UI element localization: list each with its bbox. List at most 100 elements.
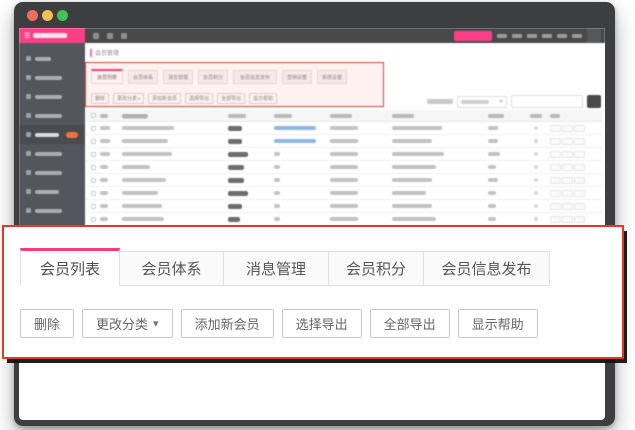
row-action-button[interactable] — [562, 164, 573, 171]
table-row[interactable] — [86, 161, 602, 174]
row-action-button[interactable] — [562, 190, 573, 197]
sidebar-item-members-active[interactable] — [19, 125, 85, 144]
topbar-pink-button[interactable] — [454, 31, 492, 41]
mini-toolbar: 删除 更改分类▾ 添加新会员 选择导出 全部导出 显示帮助 — [91, 93, 277, 104]
brand-logo[interactable]: ☰ — [19, 28, 85, 43]
row-action-button[interactable] — [550, 203, 561, 210]
tab-member-points[interactable]: 会员积分 — [328, 251, 424, 286]
row-action-button[interactable] — [574, 203, 585, 210]
window-titlebar[interactable] — [14, 2, 615, 28]
change-category-button[interactable]: 更改分类▾ — [82, 309, 173, 338]
topbar-refresh-icon[interactable] — [107, 33, 113, 39]
delete-button[interactable]: 删除 — [20, 309, 74, 338]
sidebar-item[interactable] — [19, 144, 85, 163]
row-checkbox[interactable] — [91, 139, 96, 144]
tab-marketing-settings[interactable]: 营销设置 — [282, 70, 312, 84]
row-action-button[interactable] — [550, 216, 561, 223]
tab-member-system[interactable]: 会员体系 — [119, 251, 224, 286]
export-all-button[interactable]: 全部导出 — [370, 309, 450, 338]
row-checkbox[interactable] — [91, 126, 96, 131]
select-all-checkbox[interactable] — [91, 113, 96, 118]
tab-member-list[interactable]: 会员列表 — [91, 69, 123, 84]
tab-message-management[interactable]: 消息管理 — [223, 251, 329, 286]
sidebar-item[interactable] — [19, 182, 85, 201]
sidebar-item-label — [35, 133, 59, 137]
search-input[interactable] — [511, 95, 583, 108]
tab-member-list[interactable]: 会员列表 — [20, 248, 120, 286]
row-action-button[interactable] — [550, 138, 561, 145]
tab-member-points[interactable]: 会员积分 — [198, 70, 228, 84]
row-action-button[interactable] — [562, 177, 573, 184]
row-action-button[interactable] — [574, 216, 585, 223]
minimize-window-icon[interactable] — [42, 10, 53, 21]
member-link[interactable] — [274, 126, 316, 130]
sortable-column-header[interactable] — [122, 114, 148, 118]
row-checkbox[interactable] — [91, 204, 96, 209]
export-selected-button[interactable]: 选择导出 — [185, 93, 213, 104]
sidebar-item[interactable] — [19, 106, 85, 125]
table-row[interactable] — [86, 187, 602, 200]
tab-member-system[interactable]: 会员体系 — [128, 70, 158, 84]
export-selected-button[interactable]: 选择导出 — [282, 309, 362, 338]
table-row[interactable] — [86, 122, 602, 135]
topbar-menu-item[interactable] — [572, 34, 582, 38]
row-action-button[interactable] — [562, 138, 573, 145]
row-checkbox[interactable] — [91, 152, 96, 157]
change-category-button[interactable]: 更改分类▾ — [113, 93, 144, 104]
topbar-menu-item[interactable] — [497, 34, 507, 38]
topbar-tag-icon[interactable] — [121, 33, 127, 39]
row-action-button[interactable] — [562, 203, 573, 210]
sidebar-item[interactable] — [19, 49, 85, 68]
export-all-button[interactable]: 全部导出 — [217, 93, 245, 104]
row-checkbox[interactable] — [91, 217, 96, 222]
row-action-button[interactable] — [574, 151, 585, 158]
topbar-menu-item[interactable] — [512, 34, 522, 38]
table-row[interactable] — [86, 135, 602, 148]
hamburger-icon[interactable]: ☰ — [24, 32, 30, 40]
sidebar-item[interactable] — [19, 201, 85, 220]
table-row[interactable] — [86, 200, 602, 213]
row-action-button[interactable] — [574, 177, 585, 184]
search-button[interactable] — [587, 95, 601, 108]
row-action-button[interactable] — [550, 151, 561, 158]
delete-button[interactable]: 删除 — [91, 93, 109, 104]
sidebar-item[interactable] — [19, 87, 85, 106]
row-action-button[interactable] — [562, 125, 573, 132]
row-action-button[interactable] — [550, 190, 561, 197]
topbar-right-menu — [454, 28, 605, 43]
add-member-button[interactable]: 添加新会员 — [148, 93, 181, 104]
table-row[interactable] — [86, 148, 602, 161]
row-action-button[interactable] — [550, 177, 561, 184]
sidebar-item-icon — [26, 132, 31, 137]
row-action-button[interactable] — [550, 164, 561, 171]
topbar-menu-item[interactable] — [527, 34, 537, 38]
table-row[interactable] — [86, 174, 602, 187]
row-action-button[interactable] — [574, 164, 585, 171]
tab-message-management[interactable]: 消息管理 — [163, 70, 193, 84]
row-action-button[interactable] — [550, 125, 561, 132]
search-category-select[interactable] — [457, 96, 507, 108]
topbar-menu-item[interactable] — [542, 34, 552, 38]
sidebar-item[interactable] — [19, 163, 85, 182]
close-window-icon[interactable] — [27, 10, 38, 21]
callout-tab-bar: 会员列表 会员体系 消息管理 会员积分 会员信息发布 — [20, 248, 622, 286]
sidebar-item[interactable] — [19, 68, 85, 87]
zoom-window-icon[interactable] — [57, 10, 68, 21]
tab-member-info-publish[interactable]: 会员信息发布 — [423, 251, 550, 286]
show-help-button[interactable]: 显示帮助 — [249, 93, 277, 104]
topbar-home-icon[interactable] — [93, 33, 99, 39]
row-checkbox[interactable] — [91, 178, 96, 183]
add-member-button[interactable]: 添加新会员 — [181, 309, 274, 338]
show-help-button[interactable]: 显示帮助 — [458, 309, 538, 338]
member-link[interactable] — [274, 139, 316, 143]
tab-member-info-publish[interactable]: 会员信息发布 — [233, 70, 277, 84]
tab-system-settings[interactable]: 系统设置 — [317, 70, 347, 84]
topbar-menu-item[interactable] — [557, 34, 567, 38]
row-action-button[interactable] — [562, 216, 573, 223]
row-checkbox[interactable] — [91, 191, 96, 196]
row-action-button[interactable] — [574, 125, 585, 132]
row-action-button[interactable] — [574, 190, 585, 197]
row-checkbox[interactable] — [91, 165, 96, 170]
row-action-button[interactable] — [562, 151, 573, 158]
row-action-button[interactable] — [574, 138, 585, 145]
